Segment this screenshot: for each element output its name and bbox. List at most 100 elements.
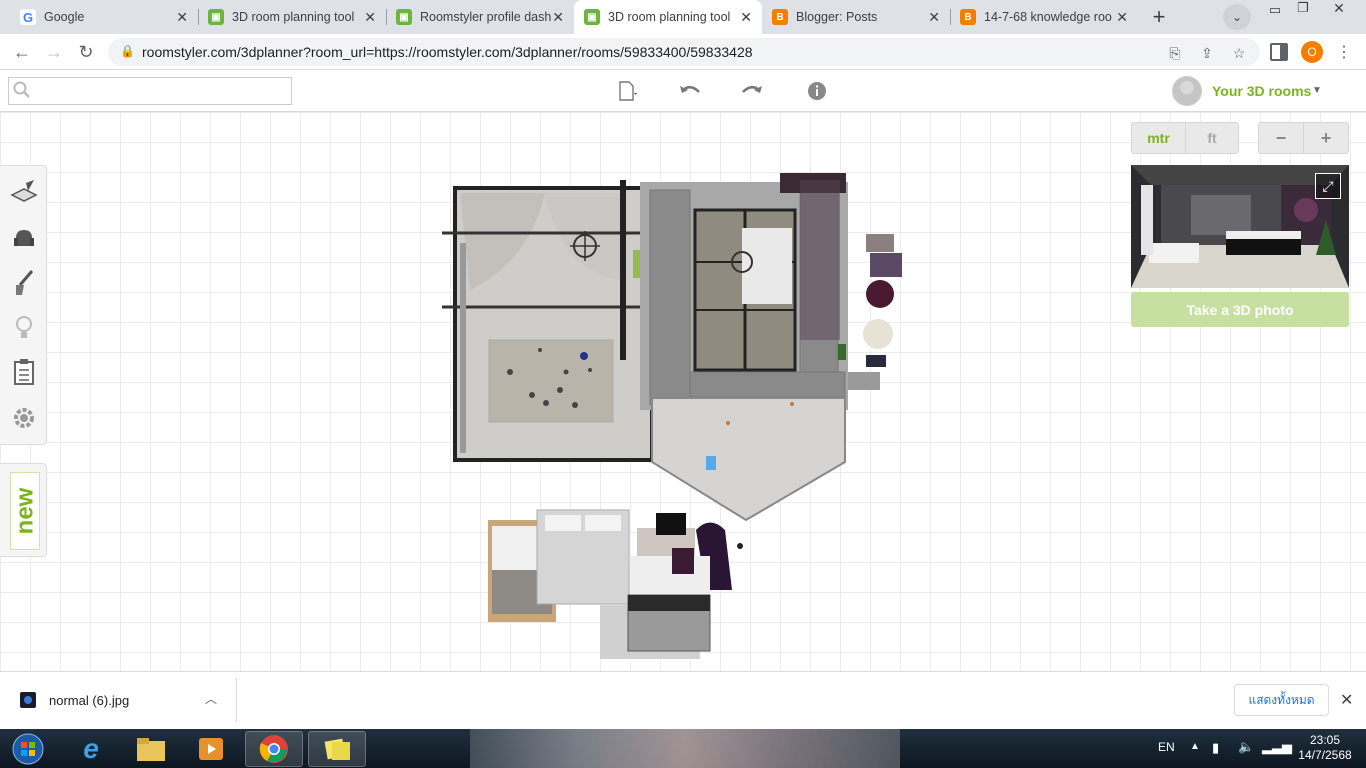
bookmark-star-icon[interactable]: ☆ [1230, 44, 1248, 62]
chrome-menu-icon[interactable]: ⋮ [1336, 42, 1352, 62]
unit-meters-button[interactable]: mtr [1131, 122, 1186, 154]
chrome-taskbar-icon[interactable] [245, 731, 303, 767]
blogger-icon: B [960, 9, 976, 25]
close-tab-icon[interactable]: ✕ [740, 9, 752, 26]
address-bar-row: ← → ↻ 🔒 roomstyler.com/3dplanner?room_ur… [0, 34, 1366, 70]
show-all-downloads-button[interactable]: แสดงทั้งหมด [1234, 684, 1329, 716]
tab-3d-room-planner-active[interactable]: ▣ 3D room planning tool ✕ [574, 0, 762, 34]
white-chair [863, 319, 893, 349]
undo-icon[interactable] [678, 80, 702, 102]
settings-gear-icon[interactable] [10, 404, 38, 432]
pentagon-floor [651, 397, 846, 522]
monitor [656, 513, 686, 535]
file-image-icon [20, 692, 36, 708]
new-items-tab[interactable]: new [10, 472, 40, 550]
minimize-icon[interactable]: ▭ [1262, 2, 1288, 22]
close-tab-icon[interactable]: ✕ [176, 9, 188, 26]
tab-title: Blogger: Posts [796, 10, 878, 24]
user-avatar[interactable] [1172, 76, 1202, 106]
battery-icon[interactable]: ▮ [1212, 740, 1219, 756]
tab-title: Roomstyler profile dash [420, 10, 552, 24]
download-options-chevron-icon[interactable]: ︿ [205, 690, 217, 707]
info-icon[interactable] [805, 80, 829, 102]
system-clock[interactable]: 23:05 14/7/2568 [1290, 733, 1360, 763]
restore-icon[interactable]: ❐ [1290, 0, 1316, 20]
internet-explorer-icon[interactable]: e [62, 731, 120, 767]
tab-3d-room-planner[interactable]: ▣ 3D room planning tool ✕ [198, 0, 386, 34]
furniture-icon[interactable] [10, 224, 38, 252]
share-icon[interactable]: ⇪ [1198, 44, 1216, 62]
omnibox[interactable]: 🔒 roomstyler.com/3dplanner?room_url=http… [108, 38, 1260, 66]
roomstyler-icon: ▣ [208, 9, 224, 25]
media-player-icon[interactable] [182, 731, 240, 767]
close-tab-icon[interactable]: ✕ [928, 9, 940, 26]
tab-title: 14-7-68 knowledge roo [984, 10, 1112, 24]
roomstyler-icon: ▣ [396, 9, 412, 25]
browser-tab-strip: G Google ✕ ▣ 3D room planning tool ✕ ▣ R… [0, 0, 1366, 34]
sticky-notes-icon[interactable] [308, 731, 366, 767]
clipboard-icon[interactable] [10, 358, 38, 386]
left-tool-panel [0, 165, 47, 445]
file-explorer-icon[interactable] [122, 731, 180, 767]
lightbulb-icon[interactable] [10, 314, 38, 342]
tab-blogger-posts[interactable]: B Blogger: Posts ✕ [762, 0, 950, 34]
unit-feet-button[interactable]: ft [1185, 122, 1239, 154]
volume-icon[interactable]: 🔈 [1238, 739, 1254, 755]
round-chair [866, 280, 894, 308]
caret-down-icon[interactable]: ▼ [1312, 85, 1322, 96]
windows-taskbar: e EN ▲ ▮ 🔈 ▂▃▅ 23:05 14/7/2568 [0, 729, 1366, 768]
clock-date: 14/7/2568 [1298, 748, 1352, 762]
your-3d-rooms-link[interactable]: Your 3D rooms [1212, 83, 1311, 99]
close-tab-icon[interactable]: ✕ [1116, 9, 1128, 26]
close-tab-icon[interactable]: ✕ [364, 9, 376, 26]
roomstyler-icon: ▣ [584, 9, 600, 25]
paint-brush-icon[interactable] [10, 269, 38, 297]
blurred-taskbar-area [470, 729, 900, 768]
clock-time: 23:05 [1309, 733, 1341, 747]
lock-icon[interactable]: 🔒 [120, 44, 135, 58]
google-icon: G [20, 9, 36, 25]
window-close-icon[interactable]: ✕ [1326, 0, 1352, 20]
forward-arrow-icon[interactable]: → [42, 40, 66, 64]
blogger-icon: B [772, 9, 788, 25]
bed-on-plan [742, 228, 792, 304]
zoom-in-button[interactable]: + [1303, 122, 1349, 154]
tab-title: Google [44, 10, 85, 24]
tab-knowledge-room[interactable]: B 14-7-68 knowledge roo ✕ [950, 0, 1138, 34]
curtain [460, 243, 466, 453]
tab-title: 3D room planning tool [608, 10, 731, 24]
start-button[interactable] [2, 731, 54, 767]
new-label: new [11, 487, 38, 535]
3d-preview-thumbnail[interactable]: ⤢ [1131, 165, 1349, 288]
plant-small [838, 344, 846, 360]
network-signal-icon[interactable]: ▂▃▅ [1262, 739, 1292, 755]
tray-expand-icon[interactable]: ▲ [1190, 741, 1200, 752]
search-box[interactable] [8, 77, 292, 105]
redo-icon[interactable] [740, 80, 764, 102]
profile-avatar[interactable]: O [1301, 41, 1323, 63]
search-input[interactable] [35, 80, 285, 102]
back-arrow-icon[interactable]: ← [10, 40, 34, 64]
close-tab-icon[interactable]: ✕ [552, 9, 564, 26]
search-icon [13, 81, 31, 99]
blue-chair [706, 456, 716, 470]
tab-google[interactable]: G Google ✕ [10, 0, 198, 34]
new-document-icon[interactable] [617, 80, 641, 102]
language-indicator[interactable]: EN [1158, 740, 1175, 754]
translate-icon[interactable]: ⎘ [1166, 44, 1184, 62]
download-file-name[interactable]: normal (6).jpg [49, 693, 129, 708]
tab-search-chevron-icon[interactable]: ⌄ [1223, 4, 1251, 30]
fullscreen-expand-icon[interactable]: ⤢ [1315, 173, 1341, 199]
draw-room-icon[interactable] [10, 178, 38, 206]
url-text[interactable]: roomstyler.com/3dplanner?room_url=https:… [142, 44, 753, 60]
reload-icon[interactable]: ↻ [74, 40, 98, 64]
zoom-out-button[interactable]: − [1258, 122, 1304, 154]
tab-roomstyler-profile[interactable]: ▣ Roomstyler profile dash ✕ [386, 0, 574, 34]
download-shelf: normal (6).jpg ︿ แสดงทั้งหมด ✕ [0, 671, 1366, 729]
new-items-panel: new [0, 463, 47, 557]
side-panel-icon[interactable] [1270, 43, 1288, 61]
tab-title: 3D room planning tool [232, 10, 355, 24]
close-download-bar-icon[interactable]: ✕ [1340, 690, 1353, 710]
take-3d-photo-button[interactable]: Take a 3D photo [1131, 292, 1349, 327]
new-tab-plus-icon[interactable]: + [1145, 4, 1173, 30]
